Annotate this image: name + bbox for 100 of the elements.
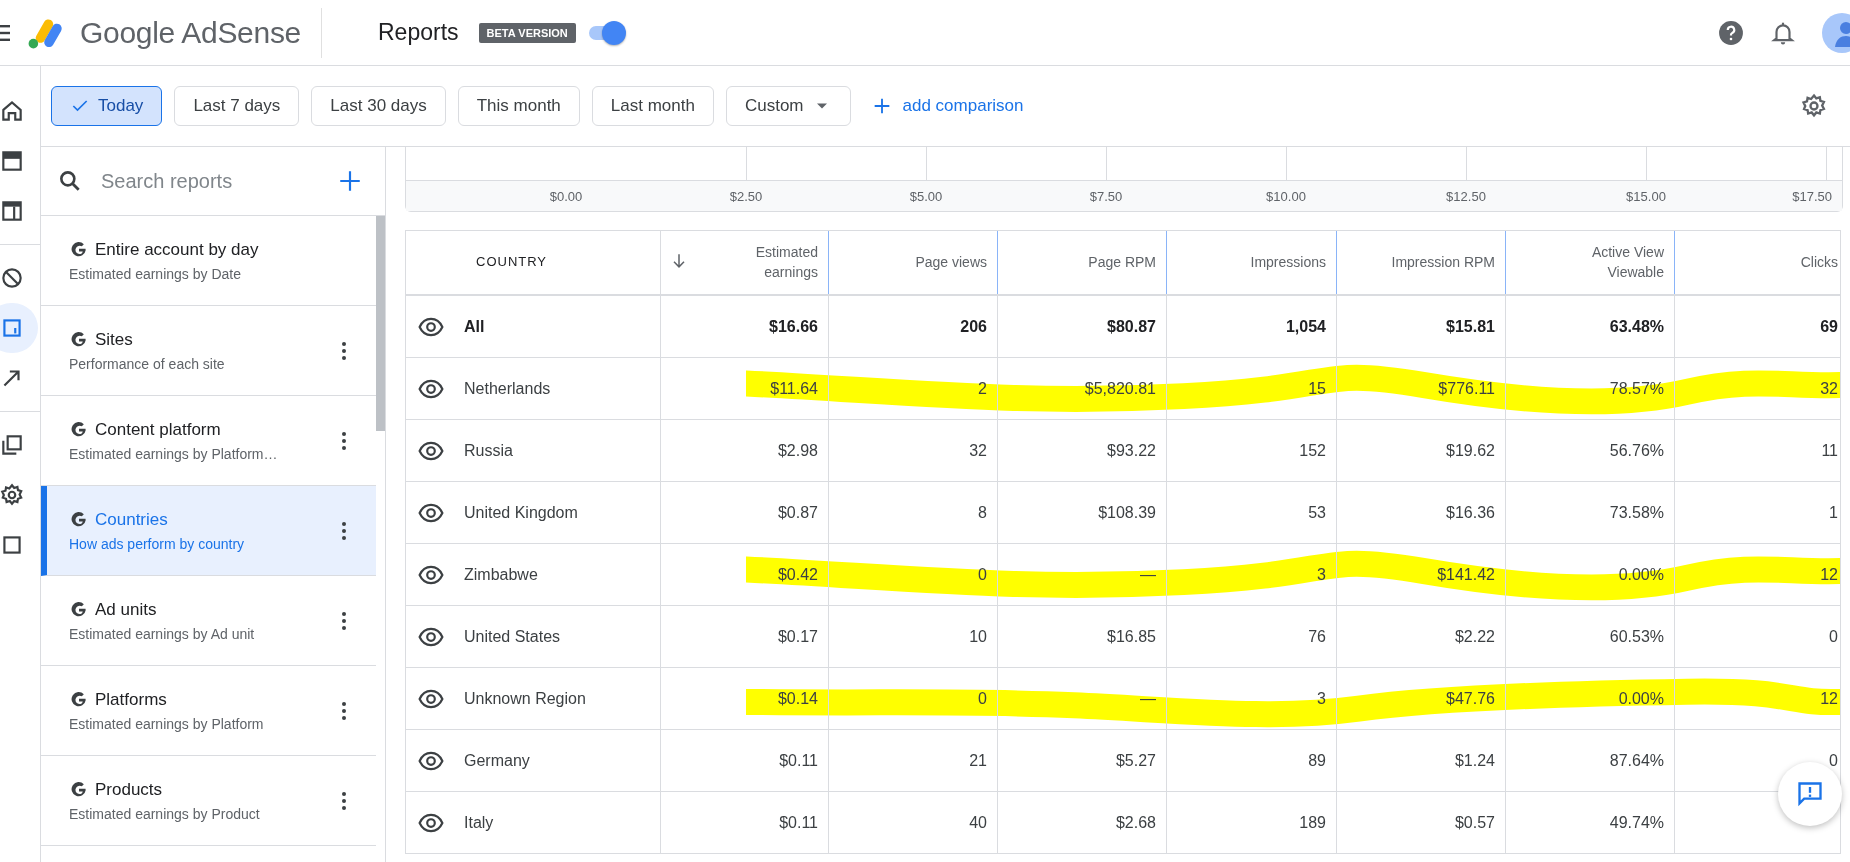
layout-icon[interactable] bbox=[0, 198, 25, 224]
table-cell: — bbox=[1140, 565, 1156, 584]
report-subtitle: Estimated earnings by Product bbox=[69, 805, 261, 822]
date-filter-chip[interactable]: Custom bbox=[725, 86, 851, 126]
report-item[interactable]: Platforms Estimated earnings by Platform bbox=[41, 666, 376, 756]
report-title: Content platform bbox=[95, 419, 221, 440]
table-cell: 63.48% bbox=[1609, 317, 1664, 336]
beta-badge: BETA VERSION bbox=[478, 22, 576, 43]
table-cell: 0 bbox=[978, 565, 987, 584]
report-subtitle: Estimated earnings by Date bbox=[69, 265, 242, 282]
table-cell: $15.81 bbox=[1446, 317, 1495, 336]
table-cell: $19.62 bbox=[1446, 441, 1495, 460]
table-cell: 12 bbox=[1820, 565, 1838, 584]
avatar-icon[interactable] bbox=[1822, 12, 1850, 53]
column-header[interactable]: Impression RPM bbox=[1337, 231, 1506, 294]
table-cell: 89 bbox=[1308, 751, 1326, 770]
add-comparison-link[interactable]: add comparison bbox=[866, 95, 1028, 117]
page-title: Reports bbox=[378, 19, 459, 46]
date-filter-chip[interactable]: Last 7 days bbox=[174, 86, 300, 126]
column-header[interactable]: Impressions bbox=[1167, 231, 1337, 294]
report-item[interactable]: Ad units Estimated earnings by Ad unit bbox=[41, 576, 376, 666]
table-cell: 11 bbox=[1821, 441, 1838, 460]
table-cell: 32 bbox=[1820, 379, 1838, 398]
table-cell: 76 bbox=[1308, 627, 1326, 646]
date-filter-chip[interactable]: Today bbox=[51, 86, 163, 126]
table-cell: 21 bbox=[969, 751, 987, 770]
table-cell: 73.58% bbox=[1609, 503, 1664, 522]
axis-label: $15.00 bbox=[1625, 188, 1667, 204]
report-subtitle: Estimated earnings by Platform… bbox=[69, 445, 279, 462]
table-cell: $0.11 bbox=[779, 813, 818, 832]
table-cell: 10 bbox=[969, 627, 987, 646]
table-cell: $141.42 bbox=[1437, 565, 1495, 584]
report-title: Products bbox=[95, 779, 163, 800]
report-item[interactable]: Countries How ads perform by country bbox=[41, 486, 376, 576]
add-report-icon[interactable] bbox=[337, 168, 363, 194]
axis-label: $2.50 bbox=[728, 188, 764, 204]
column-header[interactable]: COUNTRY bbox=[406, 231, 661, 294]
table-cell: 60.53% bbox=[1609, 627, 1664, 646]
table-cell: 0.00% bbox=[1618, 689, 1664, 708]
table-cell: 0 bbox=[1829, 627, 1838, 646]
country-name: United Kingdom bbox=[464, 503, 578, 522]
help-icon[interactable] bbox=[1718, 19, 1744, 46]
country-name: United States bbox=[464, 627, 561, 646]
table-cell: 0 bbox=[1829, 751, 1838, 770]
report-title: Sites bbox=[95, 329, 133, 350]
table-cell: 3 bbox=[1317, 565, 1326, 584]
table-cell: $0.11 bbox=[779, 751, 818, 770]
search-field[interactable]: Search reports bbox=[99, 168, 321, 194]
table-cell: 32 bbox=[969, 441, 987, 460]
column-header[interactable]: Clicks bbox=[1675, 231, 1840, 294]
table-cell: $16.85 bbox=[1107, 627, 1156, 646]
table-cell: 206 bbox=[960, 317, 987, 336]
table-cell: $0.42 bbox=[777, 565, 818, 584]
block-icon[interactable] bbox=[0, 265, 25, 291]
report-title: Ad units bbox=[95, 599, 157, 620]
home-icon[interactable] bbox=[0, 98, 25, 124]
table-cell: 49.74% bbox=[1609, 813, 1664, 832]
table-cell: $0.57 bbox=[1454, 813, 1495, 832]
table-cell: $2.22 bbox=[1454, 627, 1495, 646]
axis-label: $5.00 bbox=[908, 188, 944, 204]
column-header[interactable]: Estimated earnings bbox=[661, 231, 829, 294]
copies-icon[interactable] bbox=[0, 432, 25, 458]
date-filter-chip[interactable]: Last month bbox=[591, 86, 714, 126]
table-cell: $16.66 bbox=[769, 317, 818, 336]
table-cell: 56.76% bbox=[1609, 441, 1664, 460]
table-cell: $0.17 bbox=[777, 627, 818, 646]
table-cell: 87.64% bbox=[1609, 751, 1664, 770]
report-item[interactable]: Products Estimated earnings by Product bbox=[41, 756, 376, 846]
axis-label: $7.50 bbox=[1088, 188, 1124, 204]
table-cell: 12 bbox=[1820, 689, 1838, 708]
axis-label: $10.00 bbox=[1265, 188, 1307, 204]
table-cell: $5.27 bbox=[1115, 751, 1156, 770]
feedback-icon bbox=[1796, 780, 1824, 808]
settings-icon[interactable] bbox=[1800, 92, 1828, 120]
table-cell: $0.87 bbox=[777, 503, 818, 522]
column-header[interactable]: Page views bbox=[829, 231, 998, 294]
table-cell: 1,054 bbox=[1285, 317, 1326, 336]
table-cell: $1.24 bbox=[1454, 751, 1495, 770]
table-cell: 8 bbox=[978, 503, 987, 522]
table-cell: $11.64 bbox=[770, 379, 818, 398]
ad-box-icon[interactable] bbox=[0, 148, 25, 174]
report-title: Countries bbox=[95, 509, 168, 530]
table-cell: 189 bbox=[1299, 813, 1326, 832]
scrollbar-thumb[interactable] bbox=[376, 216, 385, 431]
table-cell: 152 bbox=[1299, 441, 1326, 460]
table-cell: $93.22 bbox=[1107, 441, 1156, 460]
table-cell: 0 bbox=[978, 689, 987, 708]
column-header[interactable]: Page RPM bbox=[998, 231, 1167, 294]
table-cell: 40 bbox=[969, 813, 987, 832]
date-filter-chip[interactable]: Last 30 days bbox=[311, 86, 446, 126]
date-filter-chip[interactable]: This month bbox=[457, 86, 580, 126]
column-header[interactable]: Active View Viewable bbox=[1506, 231, 1675, 294]
table-cell: 2 bbox=[978, 379, 987, 398]
settings-icon[interactable] bbox=[0, 482, 25, 508]
country-name: Zimbabwe bbox=[464, 565, 538, 584]
country-name: Netherlands bbox=[464, 379, 551, 398]
table-cell: 1 bbox=[1829, 503, 1838, 522]
report-title: Platforms bbox=[95, 689, 167, 710]
country-name: Germany bbox=[464, 751, 530, 770]
product-name: Google AdSense bbox=[80, 15, 301, 50]
